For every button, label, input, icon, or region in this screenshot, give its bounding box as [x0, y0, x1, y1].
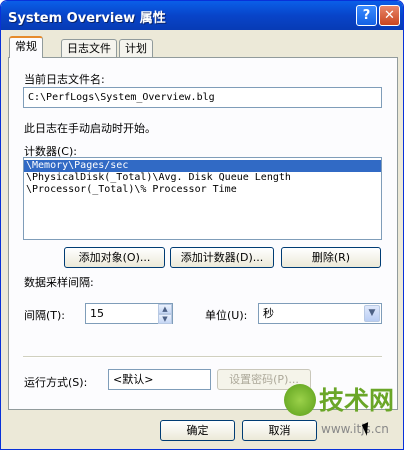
tab-general[interactable]: 常规 [9, 36, 43, 58]
watermark-text: 技术网 [319, 386, 395, 415]
tab-log-files[interactable]: 日志文件 [61, 39, 117, 57]
counter-item-disk-queue[interactable]: \PhysicalDisk(_Total)\Avg. Disk Queue Le… [24, 172, 381, 184]
log-start-status-text: 此日志在手动启动时开始。 [24, 122, 156, 135]
properties-dialog: System Overview 属性 ? ✕ 常规 日志文件 计划 当前日志文件… [0, 0, 404, 450]
run-as-label: 运行方式(S): [24, 376, 88, 389]
window-title: System Overview 属性 [8, 11, 166, 26]
watermark-url: www.itjs.cn [321, 422, 389, 436]
help-button[interactable]: ? [356, 5, 377, 26]
counter-item-processor-time[interactable]: \Processor(_Total)\% Processor Time [24, 184, 381, 196]
interval-up-arrow-icon[interactable]: ▲ [158, 304, 172, 314]
ok-button[interactable]: 确定 [160, 420, 235, 441]
run-as-input[interactable]: <默认> [108, 369, 211, 390]
watermark-logo-icon [284, 384, 316, 416]
counter-item-memory-pages[interactable]: \Memory\Pages/sec [24, 160, 381, 172]
add-counters-button[interactable]: 添加计数器(D)... [170, 247, 274, 268]
chevron-down-icon[interactable]: ▼ [364, 305, 380, 322]
tab-schedule[interactable]: 计划 [119, 39, 153, 57]
title-bar[interactable]: System Overview 属性 ? ✕ [1, 1, 403, 30]
add-objects-button[interactable]: 添加对象(O)... [64, 247, 165, 268]
cancel-button[interactable]: 取消 [242, 420, 317, 441]
sampling-interval-label: 数据采样间隔: [24, 276, 94, 289]
log-file-path-field[interactable]: C:\PerfLogs\System_Overview.blg [23, 87, 382, 108]
section-divider [23, 356, 382, 358]
interval-label: 间隔(T): [24, 309, 66, 322]
log-file-label: 当前日志文件名: [24, 73, 105, 86]
close-button[interactable]: ✕ [379, 5, 400, 26]
interval-down-arrow-icon[interactable]: ▼ [158, 314, 172, 324]
remove-button[interactable]: 删除(R) [281, 247, 381, 268]
counters-list[interactable]: \Memory\Pages/sec \PhysicalDisk(_Total)\… [23, 157, 382, 240]
unit-label: 单位(U): [205, 309, 248, 322]
